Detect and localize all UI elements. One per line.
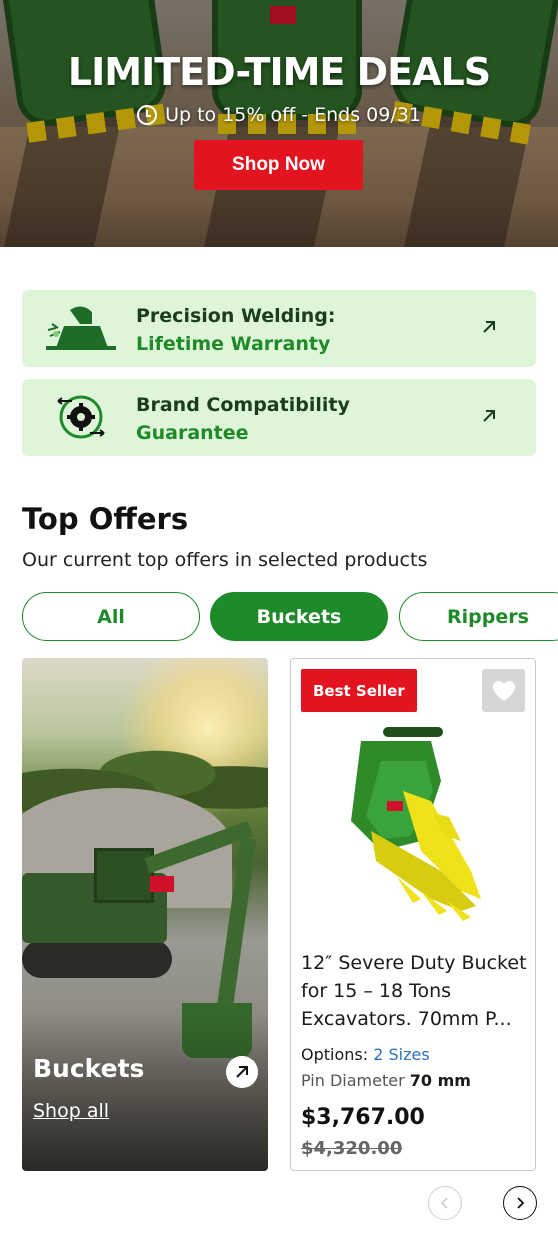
gear-compatibility-icon [57, 395, 105, 439]
filter-chip-all[interactable]: All [22, 592, 200, 641]
carousel-next-button[interactable] [503, 1186, 537, 1220]
feature-card-welding[interactable]: Precision Welding: Lifetime Warranty [22, 290, 536, 367]
arrow-up-right-icon[interactable] [226, 1056, 258, 1088]
feature-text: Precision Welding: Lifetime Warranty [136, 302, 336, 358]
options-label: Options: [301, 1045, 369, 1064]
product-price: $3,767.00 [301, 1105, 425, 1130]
welder-icon [46, 306, 116, 350]
filter-chip-buckets[interactable]: Buckets [210, 592, 388, 641]
feature-subtitle: Guarantee [136, 422, 249, 444]
product-options: Options: 2 Sizes [301, 1045, 430, 1064]
feature-title: Precision Welding: [136, 305, 336, 327]
filter-chip-rippers[interactable]: Rippers [399, 592, 558, 641]
options-link[interactable]: 2 Sizes [373, 1045, 429, 1064]
section-subtitle: Our current top offers in selected produ… [22, 549, 428, 571]
hero-title: LIMITED-TIME DEALS [67, 50, 491, 94]
clock-icon [137, 105, 158, 125]
category-promo-card[interactable]: Buckets Shop all [22, 658, 268, 1171]
pin-label: Pin Diameter [301, 1071, 405, 1090]
promo-fade [22, 1011, 268, 1171]
arrow-up-right-icon [483, 321, 495, 333]
best-seller-badge: Best Seller [301, 669, 417, 712]
excavator-cab [94, 848, 154, 903]
hero-subtitle: Up to 15% off - Ends 09/31 [0, 104, 558, 126]
pin-value: 70 mm [409, 1071, 471, 1090]
hero-subtitle-text: Up to 15% off - Ends 09/31 [165, 104, 421, 126]
brand-logo [150, 876, 174, 892]
carousel-prev-button[interactable] [428, 1186, 462, 1220]
feature-card-compatibility[interactable]: Brand Compatibility Guarantee [22, 379, 536, 456]
heart-icon [492, 680, 515, 701]
excavator-track [22, 940, 172, 978]
bucket-product-image [351, 727, 481, 921]
chevron-right-icon [517, 1197, 525, 1209]
promo-category-label: Buckets [33, 1054, 145, 1083]
section-title: Top Offers [22, 502, 189, 536]
wishlist-button[interactable] [482, 669, 525, 712]
shop-now-button[interactable]: Shop Now [194, 140, 363, 190]
product-title[interactable]: 12″ Severe Duty Bucket for 15 – 18 Tons … [301, 949, 533, 1033]
feature-subtitle: Lifetime Warranty [136, 333, 331, 355]
product-card[interactable]: Best Seller 12″ Severe Duty Bucket for 1… [290, 658, 536, 1171]
product-pin-diameter: Pin Diameter 70 mm [301, 1071, 471, 1090]
shop-all-link[interactable]: Shop all [33, 1100, 109, 1122]
arrow-up-right-icon [483, 410, 495, 422]
chevron-left-icon [440, 1197, 448, 1209]
feature-title: Brand Compatibility [136, 394, 350, 416]
product-old-price: $4,320.00 [301, 1138, 403, 1159]
feature-text: Brand Compatibility Guarantee [136, 391, 350, 447]
